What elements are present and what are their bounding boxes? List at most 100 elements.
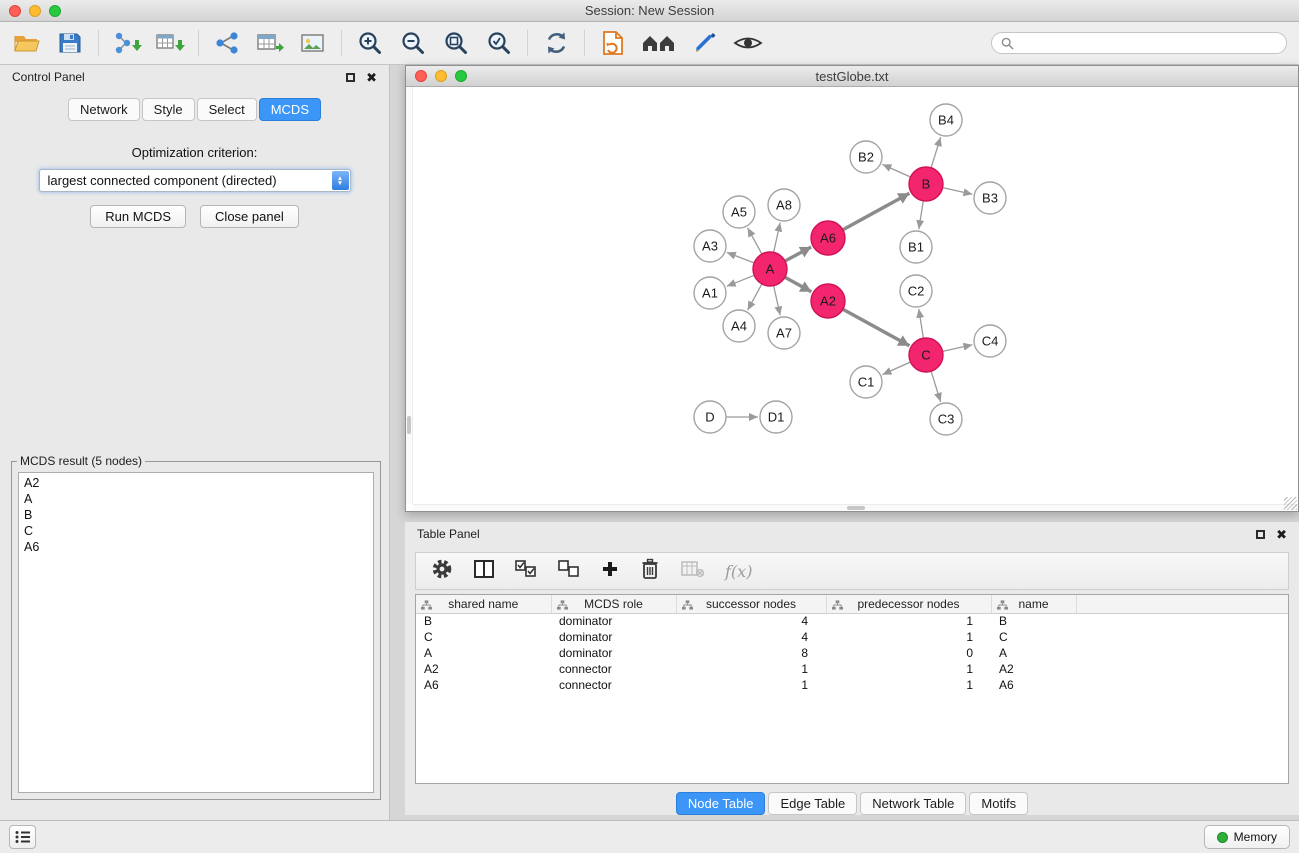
float-panel-icon[interactable] — [346, 73, 355, 82]
function-builder-icon[interactable]: f(x) — [725, 562, 752, 581]
column-header-mcds-role[interactable]: MCDS role — [551, 595, 676, 613]
cell[interactable]: A — [416, 645, 551, 661]
memory-button[interactable]: Memory — [1204, 825, 1290, 849]
open-session-icon[interactable] — [12, 27, 42, 59]
network-node[interactable]: A3 — [694, 230, 726, 262]
network-node[interactable]: B2 — [850, 141, 882, 173]
tab-style[interactable]: Style — [142, 98, 195, 121]
zoom-selected-icon[interactable] — [484, 27, 514, 59]
export-table-icon[interactable] — [255, 27, 285, 59]
network-node[interactable]: D — [694, 401, 726, 433]
network-node[interactable]: D1 — [760, 401, 792, 433]
network-node[interactable]: B4 — [930, 104, 962, 136]
column-header-predecessor-nodes[interactable]: predecessor nodes — [826, 595, 991, 613]
tab-network[interactable]: Network — [68, 98, 140, 121]
network-edge[interactable] — [882, 164, 910, 177]
minimize-network-window-button[interactable] — [435, 70, 447, 82]
network-node[interactable]: A — [753, 252, 787, 286]
list-item[interactable]: A — [24, 491, 368, 507]
cell[interactable]: A — [991, 645, 1076, 661]
cell[interactable]: dominator — [551, 613, 676, 629]
network-edge[interactable] — [931, 371, 941, 402]
table-row[interactable]: A6 connector 1 1 A6 — [416, 677, 1288, 693]
cell[interactable]: 1 — [826, 661, 991, 677]
scrollbar-handle[interactable] — [847, 506, 865, 510]
table-row[interactable]: C dominator 4 1 C — [416, 629, 1288, 645]
network-edge[interactable] — [774, 286, 781, 316]
network-edge[interactable] — [785, 277, 812, 292]
network-node[interactable]: A7 — [768, 317, 800, 349]
delete-table-icon[interactable] — [681, 560, 704, 583]
scrollbar-handle[interactable] — [407, 416, 411, 434]
task-history-button[interactable] — [9, 825, 36, 849]
save-session-icon[interactable] — [55, 27, 85, 59]
select-all-icon[interactable] — [515, 560, 537, 583]
close-panel-button[interactable]: Close panel — [200, 205, 299, 228]
cell[interactable]: 8 — [676, 645, 826, 661]
cell[interactable]: 1 — [676, 661, 826, 677]
cell[interactable]: C — [416, 629, 551, 645]
zoom-fit-icon[interactable] — [441, 27, 471, 59]
cell[interactable]: 1 — [826, 613, 991, 629]
show-columns-icon[interactable] — [474, 560, 494, 583]
zoom-window-button[interactable] — [49, 5, 61, 17]
cell[interactable]: A2 — [416, 661, 551, 677]
list-item[interactable]: B — [24, 507, 368, 523]
close-window-button[interactable] — [9, 5, 21, 17]
list-item[interactable]: A6 — [24, 539, 368, 555]
list-item[interactable]: A2 — [24, 475, 368, 491]
cell[interactable]: A6 — [416, 677, 551, 693]
snapshot-icon[interactable] — [598, 27, 628, 59]
network-node[interactable]: C — [909, 338, 943, 372]
home-icon[interactable] — [641, 27, 677, 59]
network-node[interactable]: A1 — [694, 277, 726, 309]
delete-column-icon[interactable] — [640, 558, 660, 585]
network-edge[interactable] — [748, 228, 762, 254]
cell[interactable]: 1 — [676, 677, 826, 693]
tab-node-table[interactable]: Node Table — [676, 792, 766, 815]
close-table-panel-icon[interactable]: ✖ — [1276, 528, 1287, 541]
criterion-dropdown[interactable]: largest connected component (directed) ▲… — [39, 169, 351, 192]
network-node[interactable]: A4 — [723, 310, 755, 342]
network-node[interactable]: A2 — [811, 284, 845, 318]
search-input[interactable] — [1019, 36, 1277, 50]
network-graph[interactable]: B4B2BB3A5A8A6B1A3AC2A1A2A4A7C4CC1C3DD1 — [406, 87, 1298, 511]
cell[interactable]: B — [416, 613, 551, 629]
network-node[interactable]: C3 — [930, 403, 962, 435]
vertical-scrollbar[interactable] — [406, 87, 413, 504]
tab-select[interactable]: Select — [197, 98, 257, 121]
cell[interactable]: dominator — [551, 645, 676, 661]
network-edge[interactable] — [748, 284, 762, 310]
zoom-out-icon[interactable] — [398, 27, 428, 59]
tab-edge-table[interactable]: Edge Table — [768, 792, 857, 815]
cell[interactable]: 1 — [826, 629, 991, 645]
zoom-network-window-button[interactable] — [455, 70, 467, 82]
cell[interactable]: dominator — [551, 629, 676, 645]
network-node[interactable]: C4 — [974, 325, 1006, 357]
horizontal-scrollbar[interactable] — [413, 504, 1298, 511]
run-mcds-button[interactable]: Run MCDS — [90, 205, 186, 228]
cell[interactable]: connector — [551, 661, 676, 677]
column-header-successor-nodes[interactable]: successor nodes — [676, 595, 826, 613]
new-network-icon[interactable] — [212, 27, 242, 59]
network-edge[interactable] — [882, 362, 910, 375]
mcds-result-list[interactable]: A2 A B C A6 — [18, 472, 374, 793]
float-table-panel-icon[interactable] — [1256, 530, 1265, 539]
network-node[interactable]: A6 — [811, 221, 845, 255]
minimize-window-button[interactable] — [29, 5, 41, 17]
cell[interactable]: 0 — [826, 645, 991, 661]
network-node[interactable]: B1 — [900, 231, 932, 263]
resize-grip-icon[interactable] — [1284, 497, 1297, 510]
refresh-icon[interactable] — [541, 27, 571, 59]
tab-network-table[interactable]: Network Table — [860, 792, 966, 815]
cell[interactable]: 4 — [676, 613, 826, 629]
network-node[interactable]: B — [909, 167, 943, 201]
network-edge[interactable] — [843, 309, 910, 346]
network-node[interactable]: A5 — [723, 196, 755, 228]
network-canvas[interactable]: B4B2BB3A5A8A6B1A3AC2A1A2A4A7C4CC1C3DD1 — [406, 87, 1298, 511]
tab-mcds[interactable]: MCDS — [259, 98, 321, 121]
network-edge[interactable] — [919, 201, 924, 229]
cell[interactable]: C — [991, 629, 1076, 645]
table-row[interactable]: A dominator 8 0 A — [416, 645, 1288, 661]
list-item[interactable]: C — [24, 523, 368, 539]
